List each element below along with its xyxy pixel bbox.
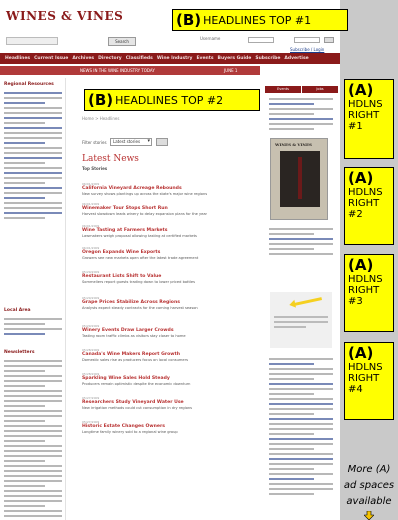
headline-item: 06/01/2009 California Vineyard Acreage Re… <box>82 182 257 197</box>
breadcrumb[interactable]: Home > Headlines <box>82 116 119 121</box>
dart-icon <box>293 297 323 306</box>
search-button[interactable]: Search <box>108 37 136 46</box>
site-logo[interactable]: WINES & VINES <box>6 9 123 23</box>
password-field[interactable] <box>294 37 320 43</box>
right-sidebar: Events Jobs WINES & VINES <box>265 78 338 520</box>
filter-select[interactable]: Latest stories <box>110 138 152 146</box>
headline-item: 06/01/2009 Wine Tasting at Farmers Market… <box>82 224 257 239</box>
headlines-top-2-callout: (B) HEADLINES TOP #2 <box>84 89 260 111</box>
subbar-text: NEWS IN THE WINE INDUSTRY TODAY <box>80 68 155 73</box>
login-button[interactable] <box>324 37 334 43</box>
hdlns-right-3-callout: (A) HDLNS RIGHT #3 <box>344 254 394 332</box>
left-section-title: Regional Resources <box>4 82 54 87</box>
filter-label: Filter stories <box>82 140 107 145</box>
nav-item[interactable]: Headlines <box>5 56 30 61</box>
headline-item: 05/28/2009 Sparkling Wine Sales Hold Stea… <box>82 372 257 387</box>
right-event-list[interactable] <box>269 98 333 133</box>
hdlns-right-1-callout: (A) HDLNS RIGHT #1 <box>344 79 394 159</box>
website-screenshot: WINES & VINES Search Username Subscribe … <box>0 0 340 520</box>
subbar-date: JUNE 1 <box>224 68 238 73</box>
headline-item: 05/27/2009 Researchers Study Vineyard Wat… <box>82 396 257 411</box>
arrow-down-icon <box>364 511 374 520</box>
headline-item: 05/29/2009 Grape Prices Stabilize Across … <box>82 296 257 311</box>
more-ad-spaces-note: More (A) ad spaces available <box>343 464 395 507</box>
right-tabs: Events Jobs <box>265 86 338 93</box>
page-subtitle: Top Stories <box>82 166 108 171</box>
left-news-list <box>4 360 62 520</box>
headlines-top-1-callout: (B) HEADLINES TOP #1 <box>172 9 348 31</box>
magazine-cover[interactable]: WINES & VINES <box>270 138 328 220</box>
right-more-links[interactable] <box>269 358 333 498</box>
headline-item: 05/29/2009 Winery Events Draw Larger Crow… <box>82 324 257 339</box>
login-label: Username <box>200 36 221 41</box>
main-content: Home > Headlines Filter stories Latest s… <box>72 78 262 520</box>
left-section-title: Newsletters <box>4 350 35 355</box>
left-section-title: Local Area <box>4 308 31 313</box>
nav-item[interactable]: Subscribe <box>255 56 280 61</box>
headline-item: 06/01/2009 Oregon Expands Wine Exports Gro… <box>82 246 257 261</box>
magazine-title: WINES & VINES <box>275 142 312 147</box>
hdlns-right-2-callout: (A) HDLNS RIGHT #2 <box>344 167 394 245</box>
right-links[interactable] <box>269 228 333 258</box>
nav-item[interactable]: Archives <box>72 56 94 61</box>
headline-item: 05/28/2009 Canada's Wine Makers Report Gr… <box>82 348 257 363</box>
cover-image <box>280 151 320 207</box>
dart-ad[interactable] <box>270 292 332 348</box>
nav-item[interactable]: Events <box>196 56 213 61</box>
page-title: Latest News <box>82 154 139 164</box>
headline-item: 05/27/2009 Historic Estate Changes Owners… <box>82 420 257 435</box>
headline-item: 05/29/2009 Restaurant Lists Shift to Valu… <box>82 270 257 285</box>
nav-item[interactable]: Directory <box>98 56 122 61</box>
left-local-list[interactable] <box>4 318 62 338</box>
search-input[interactable] <box>6 37 58 45</box>
nav-item[interactable]: Advertise <box>284 56 308 61</box>
filter-go-button[interactable] <box>156 138 168 146</box>
tab-jobs[interactable]: Jobs <box>302 86 338 93</box>
nav-item[interactable]: Wine Industry <box>157 56 193 61</box>
subscribe-link[interactable]: Subscribe / Login <box>290 47 324 52</box>
nav-item[interactable]: Buyers Guide <box>218 56 252 61</box>
tab-events[interactable]: Events <box>265 86 301 93</box>
left-sidebar: Regional Resources Local Area Newsletter… <box>0 78 66 520</box>
main-nav: Headlines Current Issue Archives Directo… <box>0 53 340 64</box>
hdlns-right-4-callout: (A) HDLNS RIGHT #4 <box>344 342 394 420</box>
sub-bar: NEWS IN THE WINE INDUSTRY TODAY JUNE 1 <box>0 66 260 75</box>
nav-item[interactable]: Classifieds <box>126 56 153 61</box>
headline-item: 06/01/2009 Winemaker Tour Stops Short Run… <box>82 202 257 217</box>
nav-item[interactable]: Current Issue <box>34 56 68 61</box>
left-link-list[interactable] <box>4 92 62 222</box>
username-field[interactable] <box>248 37 274 43</box>
